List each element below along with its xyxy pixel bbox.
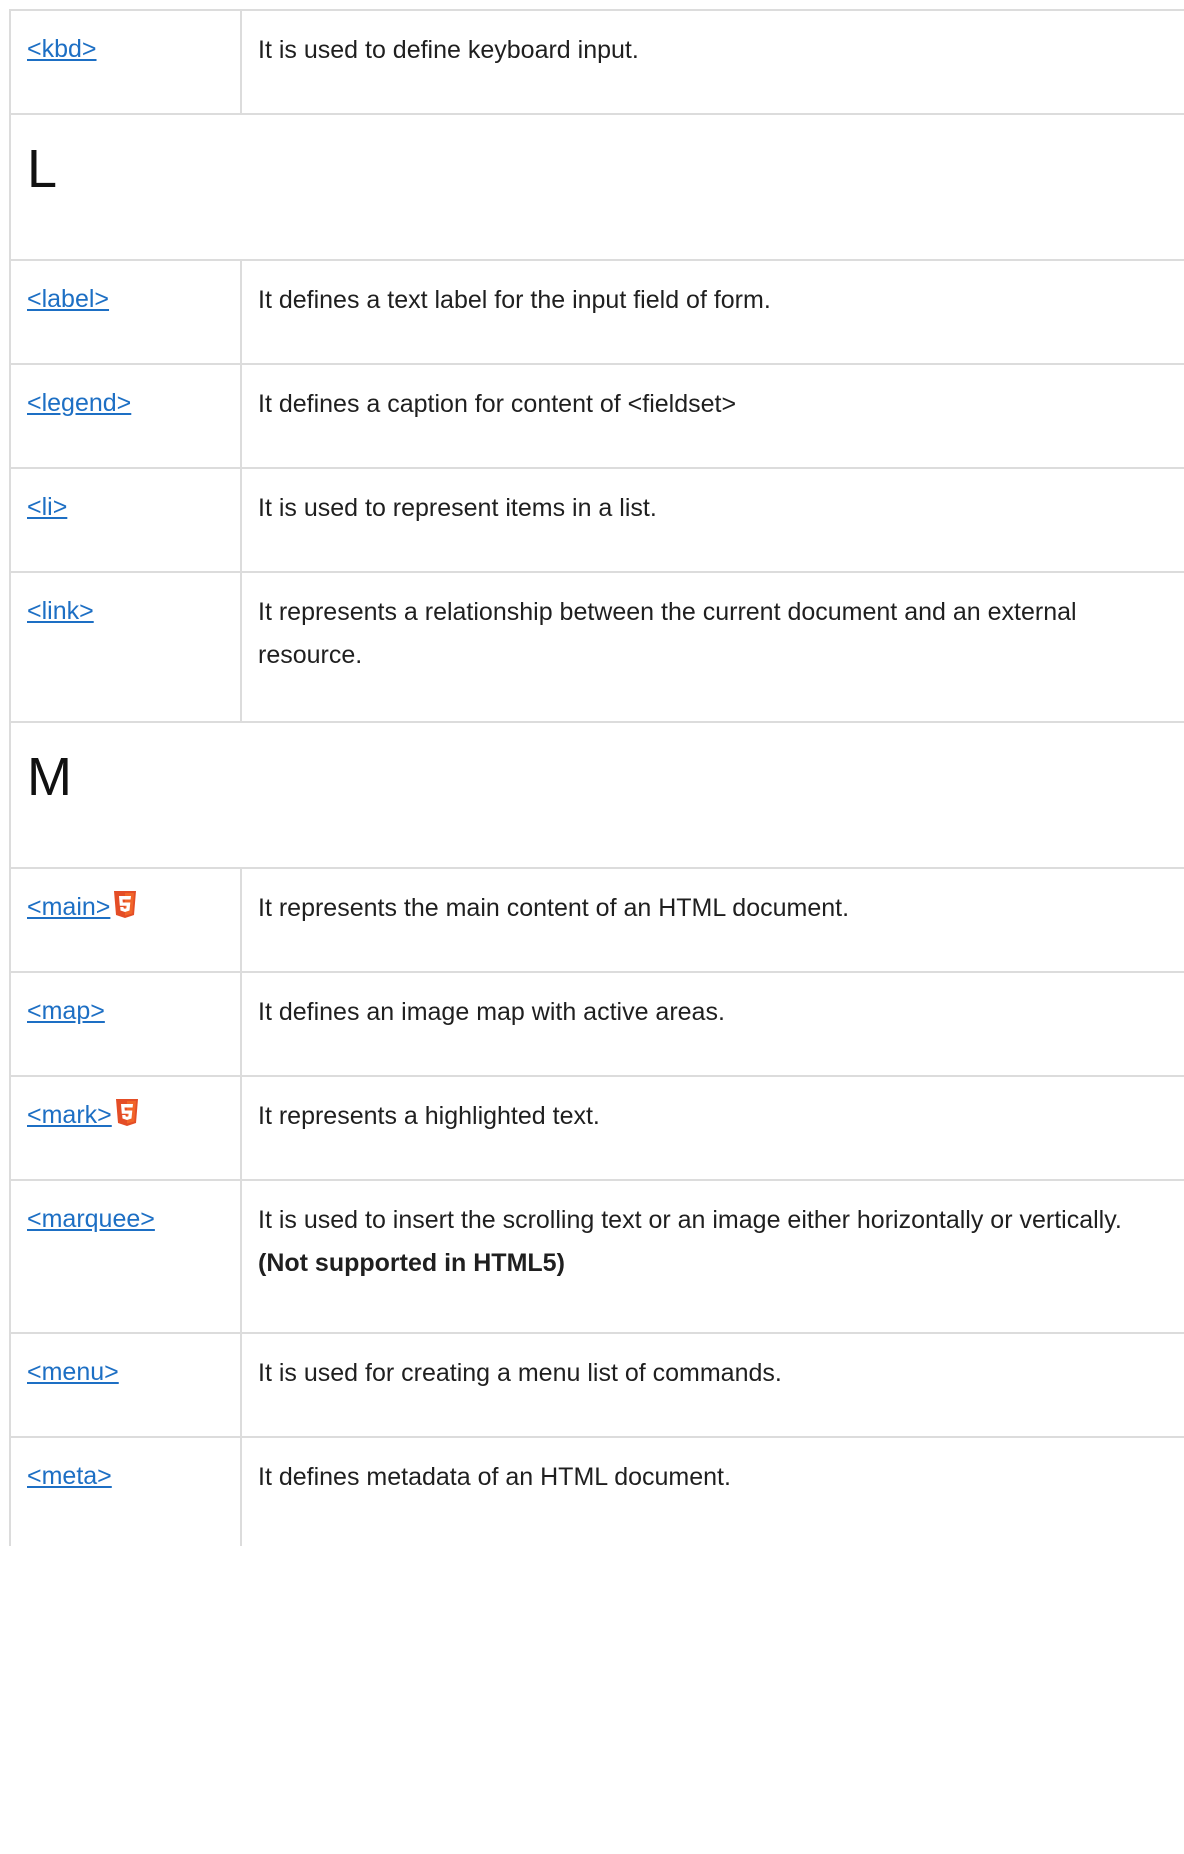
table-row: <meta> It defines metadata of an HTML do… — [9, 1436, 1184, 1546]
tag-description: It is used for creating a menu list of c… — [258, 1359, 782, 1387]
tag-link-kbd[interactable]: <kbd> — [27, 35, 97, 63]
tag-description: It defines metadata of an HTML document. — [258, 1463, 731, 1491]
section-letter-row: M — [9, 721, 1184, 867]
tag-description: It represents a highlighted text. — [258, 1102, 600, 1130]
table-row: <marquee> It is used to insert the scrol… — [9, 1179, 1184, 1332]
description-cell: It defines an image map with active area… — [242, 973, 1184, 1075]
tag-link-map[interactable]: <map> — [27, 997, 105, 1025]
tag-link-meta[interactable]: <meta> — [27, 1462, 112, 1490]
description-cell: It represents the main content of an HTM… — [242, 869, 1184, 971]
tag-description: It defines a text label for the input fi… — [258, 286, 771, 314]
tag-cell: <legend> — [9, 365, 242, 467]
tag-link-mark[interactable]: <mark> — [27, 1101, 112, 1129]
table-row: <label> It defines a text label for the … — [9, 259, 1184, 363]
tag-cell: <kbd> — [9, 11, 242, 113]
description-cell: It is used to define keyboard input. — [242, 11, 1184, 113]
tag-cell: <label> — [9, 261, 242, 363]
description-cell: It defines metadata of an HTML document. — [242, 1438, 1184, 1546]
description-cell: It defines a caption for content of <fie… — [242, 365, 1184, 467]
tag-cell: <li> — [9, 469, 242, 571]
table-row: <kbd> It is used to define keyboard inpu… — [9, 9, 1184, 113]
tag-link-link[interactable]: <link> — [27, 597, 94, 625]
table-row: <legend> It defines a caption for conten… — [9, 363, 1184, 467]
letter-cell: L — [9, 115, 1184, 259]
section-letter-l: L — [27, 139, 58, 199]
tag-description: It represents the main content of an HTM… — [258, 894, 850, 922]
html5-icon — [115, 1099, 138, 1126]
tag-cell: <map> — [9, 973, 242, 1075]
description-cell: It represents a highlighted text. — [242, 1077, 1184, 1179]
tag-description: It represents a relationship between the… — [258, 598, 1077, 669]
tag-description: It is used to represent items in a list. — [258, 494, 657, 522]
not-supported-note: (Not supported in HTML5) — [258, 1249, 565, 1277]
tag-link-legend[interactable]: <legend> — [27, 389, 131, 417]
tag-cell: <meta> — [9, 1438, 242, 1546]
tag-link-li[interactable]: <li> — [27, 493, 67, 521]
html5-icon — [114, 891, 137, 918]
tag-link-marquee[interactable]: <marquee> — [27, 1205, 155, 1233]
description-cell: It is used for creating a menu list of c… — [242, 1334, 1184, 1436]
tag-cell: <mark> — [9, 1077, 242, 1179]
tag-description: It is used to insert the scrolling text … — [258, 1206, 1122, 1234]
tag-description: It defines a caption for content of <fie… — [258, 390, 737, 418]
tag-cell: <marquee> — [9, 1181, 242, 1332]
letter-cell: M — [9, 723, 1184, 867]
description-cell: It defines a text label for the input fi… — [242, 261, 1184, 363]
html-tags-table: <kbd> It is used to define keyboard inpu… — [9, 9, 1184, 1546]
table-row: <main> It represents the main content of… — [9, 867, 1184, 971]
section-letter-row: L — [9, 113, 1184, 259]
description-cell: It represents a relationship between the… — [242, 573, 1184, 721]
tag-link-menu[interactable]: <menu> — [27, 1358, 119, 1386]
description-cell: It is used to insert the scrolling text … — [242, 1181, 1184, 1332]
tag-description: It is used to define keyboard input. — [258, 36, 639, 64]
table-row: <map> It defines an image map with activ… — [9, 971, 1184, 1075]
description-cell: It is used to represent items in a list. — [242, 469, 1184, 571]
tag-description: It defines an image map with active area… — [258, 998, 725, 1026]
tag-cell: <menu> — [9, 1334, 242, 1436]
table-row: <li> It is used to represent items in a … — [9, 467, 1184, 571]
tag-link-label[interactable]: <label> — [27, 285, 109, 313]
table-row: <link> It represents a relationship betw… — [9, 571, 1184, 721]
tag-cell: <main> — [9, 869, 242, 971]
section-letter-m: M — [27, 747, 72, 807]
tag-link-main[interactable]: <main> — [27, 893, 110, 921]
tag-cell: <link> — [9, 573, 242, 721]
table-row: <mark> It represents a highlighted text. — [9, 1075, 1184, 1179]
table-row: <menu> It is used for creating a menu li… — [9, 1332, 1184, 1436]
